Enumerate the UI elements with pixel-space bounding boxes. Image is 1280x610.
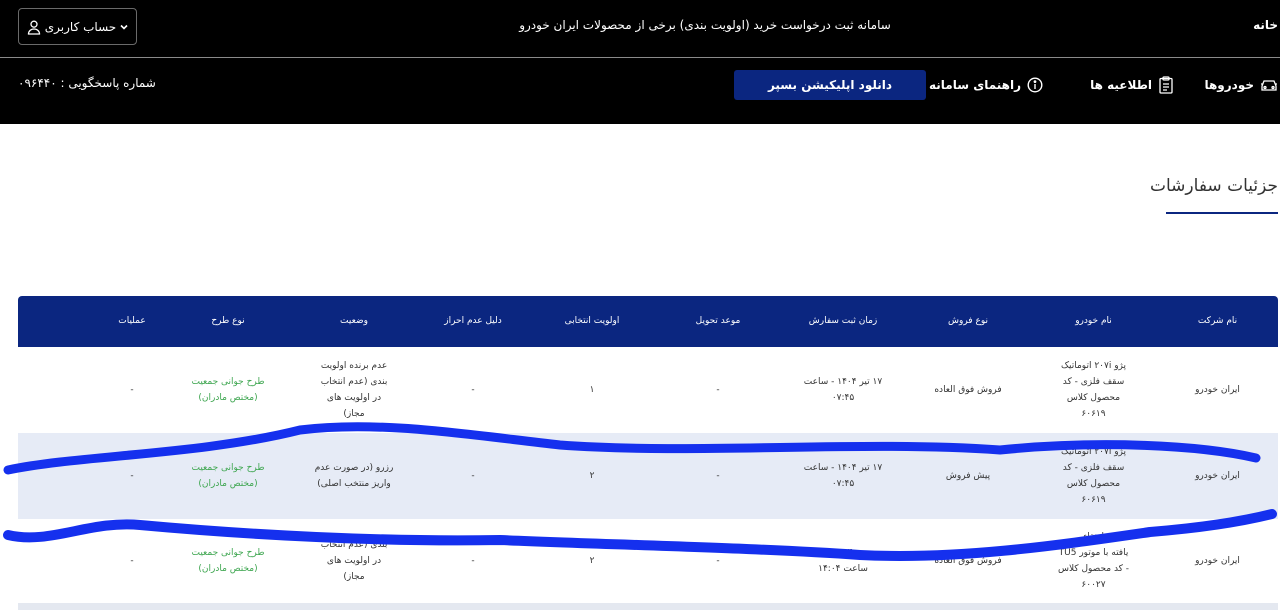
top-header: خانه سامانه ثبت درخواست خرید (اولویت بند… [0,0,1280,57]
header-order-time: زمان ثبت سفارش [808,316,878,326]
cell-actions[interactable]: - [98,468,166,484]
cell-status: رزرو (در صورت عدم واریز منتخب اصلی) [314,463,394,489]
site-title: سامانه ثبت درخواست خرید (اولویت بندی) بر… [519,18,891,32]
table-bottom-strip [18,603,1278,610]
cell-actions[interactable]: - [98,382,166,398]
clipboard-icon [1158,76,1174,94]
cell-order-time: ۱۷ تیر ۱۴۰۴ - ساعت ۰۷:۴۵ [803,463,883,489]
cell-priority: ۱ [589,385,595,395]
chevron-down-icon [119,22,129,32]
cell-delivery: - [716,471,720,481]
cell-order-time: ۱۴۰۴ ساعت ۱۴:۰۴ [818,548,868,574]
header-plan: نوع طرح [211,316,245,326]
nav-item-announcements[interactable]: اطلاعیه ها [1090,74,1174,96]
header-status: وضعیت [340,316,368,326]
table-header: نام شرکت نام خودرو نوع فروش زمان ثبت سفا… [18,296,1278,347]
nav-item-guide[interactable]: راهنمای سامانه [929,74,1043,96]
cell-reason: - [471,556,475,566]
table-row: ایران خودرو ارتقاء یافته با موتور TU5- کد… [18,519,1278,603]
cell-delivery: - [716,385,720,395]
page-title: جزئیات سفارشات [1150,176,1278,196]
nav-guide-label: راهنمای سامانه [929,78,1021,92]
cell-car: پژو ۲۰۷i اتوماتیک سقف فلزی - کد محصول کلاس… [1060,447,1127,505]
cell-reason: - [471,385,475,395]
orders-table: نام شرکت نام خودرو نوع فروش زمان ثبت سفا… [18,296,1278,603]
nav-item-cars[interactable]: خودروها [1204,74,1278,96]
cell-sale-type: فروش فوق العاده [934,385,1002,395]
download-app-button[interactable]: دانلود اپلیکیشن بسپر [734,70,926,100]
page-title-underline [1166,212,1278,214]
cell-status: عدم برنده اولویت بندی (عدم انتخاب در اولوی… [320,361,388,419]
cell-priority: ۲ [589,471,595,481]
header-actions: عملیات [118,316,146,326]
info-icon [1027,77,1043,93]
account-button[interactable]: حساب کاربری [18,8,137,45]
header-priority: اولویت انتخابی [564,316,620,326]
cell-company: ایران خودرو [1195,385,1240,395]
table-row: ایران خودرو پژو ۲۰۷i اتوماتیک سقف فلزی - … [18,433,1278,519]
table-row: ایران خودرو پژو ۲۰۷i اتوماتیک سقف فلزی - … [18,347,1278,433]
nav-cars-label: خودروها [1204,78,1254,92]
header-company: نام شرکت [1197,316,1238,326]
header-car: نام خودرو [1075,316,1112,326]
cell-car: پژو ۲۰۷i اتوماتیک سقف فلزی - کد محصول کلاس… [1060,361,1127,419]
header-sale-type: نوع فروش [948,316,988,326]
cell-order-time: ۱۷ تیر ۱۴۰۴ - ساعت ۰۷:۴۵ [803,377,883,403]
header-delivery: موعد تحویل [695,316,741,326]
cell-actions[interactable]: - [98,553,166,569]
cell-company: ایران خودرو [1195,471,1240,481]
cell-company: ایران خودرو [1195,556,1240,566]
nav-announcements-label: اطلاعیه ها [1090,78,1152,92]
cell-plan: طرح جوانی جمعیت (مختص مادران) [191,548,265,574]
cell-car: ارتقاء یافته با موتور TU5- کد محصول کلاس ۶… [1057,532,1130,590]
user-icon [26,19,42,35]
cell-sale-type: پیش فروش [945,471,991,481]
cell-plan: طرح جوانی جمعیت (مختص مادران) [191,463,265,489]
car-icon [1260,78,1278,92]
account-label: حساب کاربری [44,19,117,34]
cell-priority: ۲ [589,556,595,566]
cell-delivery: - [716,556,720,566]
nav-bar: خودروها اطلاعیه ها راهنمای سامانه دانلود… [0,58,1280,124]
cell-plan: طرح جوانی جمعیت (مختص مادران) [191,377,265,403]
support-phone: شماره پاسخگویی : ۰۹۶۴۴۰ [18,76,156,90]
cell-reason: - [471,471,475,481]
cell-sale-type: فروش فوق العاده [934,556,1002,566]
header-reason: دلیل عدم احراز [444,316,502,326]
cell-status: بندی (عدم انتخاب در اولویت های مجاز) [320,540,388,582]
